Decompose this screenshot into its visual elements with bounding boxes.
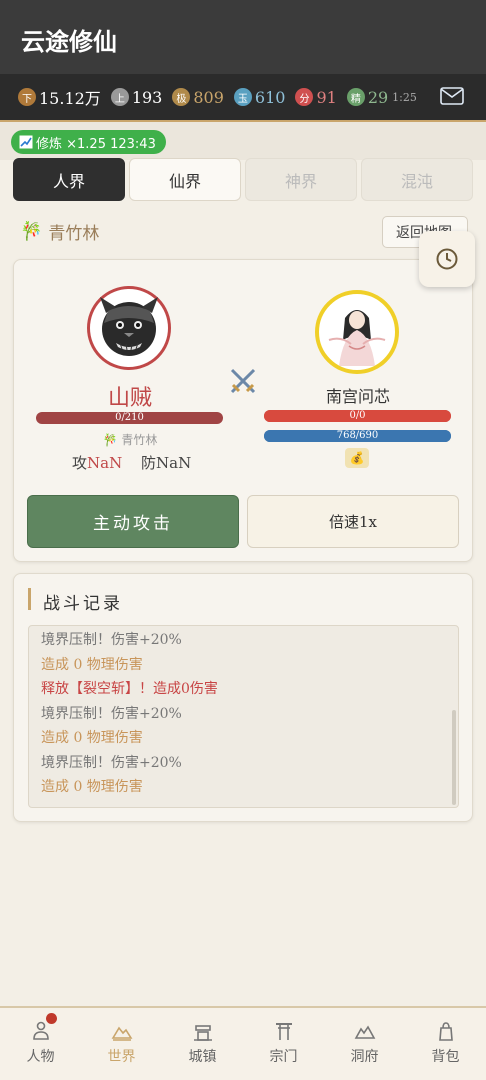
enemy-attack: 攻NaN — [72, 452, 122, 473]
resource-value: 610 — [254, 87, 286, 107]
bag-icon — [438, 1022, 453, 1041]
clock-icon — [436, 248, 458, 270]
nav-item-3[interactable]: 宗门 — [243, 1008, 324, 1080]
nav-item-4[interactable]: 洞府 — [324, 1008, 405, 1080]
currency-icon: 下 — [18, 88, 36, 106]
notification-dot — [46, 1013, 57, 1024]
player-hp-bar: 0/0 — [264, 410, 451, 422]
currency-icon: 上 — [110, 88, 129, 106]
speed-button[interactable]: 倍速1x — [247, 495, 459, 548]
enemy-name: 山贼 — [107, 386, 152, 411]
resource-bar: 下 15.12万上 193 极 809 玉 610 分 91 精 29 1:25 — [0, 74, 486, 122]
resource-1: 上 193 — [110, 87, 163, 107]
nav-label: 洞府 — [350, 1049, 379, 1065]
nav-item-0[interactable]: 人物 — [0, 1008, 81, 1080]
log-line: 造成 0 物理伤害 — [41, 656, 143, 673]
enemy-hp-bar: 0/210 — [36, 412, 223, 424]
log-line: 造成 0 物理伤害 — [41, 779, 143, 795]
mail-icon[interactable] — [440, 87, 464, 105]
attack-button[interactable]: 主动攻击 — [27, 495, 239, 548]
tab-realm-3[interactable]: 混沌 — [361, 158, 473, 201]
nav-item-1[interactable]: 世界 — [81, 1008, 162, 1080]
defense-value: NaN — [156, 454, 192, 472]
bamboo-icon: 🎋 — [102, 433, 118, 447]
nav-item-2[interactable]: 城镇 — [162, 1008, 243, 1080]
resource-value: 193 — [131, 87, 163, 107]
resource-value: 29 — [367, 87, 389, 107]
resource-3: 玉 610 — [233, 87, 286, 107]
building-icon — [193, 1025, 212, 1041]
resource-value: 809 — [193, 87, 224, 107]
resource-timer: 1:25 — [392, 90, 417, 104]
resource-value: 15.12万 — [39, 89, 101, 108]
mountain-icon — [111, 1026, 132, 1041]
enemy-avatar — [87, 286, 171, 370]
log-line: 境界压制！伤害+20% — [41, 632, 182, 648]
attack-label: 攻 — [72, 454, 88, 472]
player-avatar — [315, 290, 399, 374]
log-title-accent — [28, 588, 31, 610]
bamboo-icon: 🎋 — [20, 221, 43, 242]
battle-log-title: 战斗记录 — [43, 594, 123, 614]
log-scrollbar[interactable] — [452, 710, 456, 805]
player-hp-text: 0/0 — [349, 410, 366, 421]
nav-item-5[interactable]: 背包 — [405, 1008, 486, 1080]
nav-label: 宗门 — [269, 1049, 298, 1065]
crossed-swords-icon — [227, 365, 259, 397]
log-line: 境界压制！伤害+20% — [41, 705, 182, 722]
log-line: 境界压制！伤害+20% — [41, 754, 182, 771]
player-mp-bar: 768/690 — [264, 430, 451, 442]
enemy-location: 🎋 青竹林 — [60, 431, 200, 448]
enemy-location-text: 青竹林 — [121, 433, 158, 447]
resource-4: 分 91 — [295, 87, 337, 107]
currency-icon: 精 — [346, 88, 365, 106]
location-name: 青竹林 — [48, 224, 100, 244]
nav-label: 人物 — [26, 1049, 55, 1065]
history-clock-button[interactable] — [419, 231, 475, 287]
tab-realm-1[interactable]: 仙界 — [129, 158, 241, 201]
currency-icon: 分 — [295, 88, 314, 106]
player-name: 南宫问芯 — [325, 387, 390, 406]
currency-icon: 玉 — [233, 88, 252, 106]
money-bag-icon[interactable]: 💰 — [345, 448, 369, 468]
cultivation-badge-label: 修炼 ×1.25 123:43 — [36, 136, 156, 152]
nav-label: 背包 — [431, 1049, 460, 1065]
resource-value: 91 — [316, 87, 337, 107]
battle-log-list[interactable]: 境界压制！伤害+20% 造成 0 物理伤害 释放【裂空斩】！造成0伤害 境界压制！伤害… — [28, 625, 459, 808]
log-line: 造成 0 物理伤害 — [41, 730, 143, 746]
defense-label: 防 — [141, 454, 157, 472]
nav-label: 世界 — [107, 1049, 136, 1065]
tab-realm-0[interactable]: 人界 — [13, 158, 125, 201]
gate-icon — [275, 1023, 292, 1040]
enemy-defense: 防NaN — [141, 452, 191, 473]
tab-realm-2[interactable]: 神界 — [245, 158, 357, 201]
log-line: 释放【裂空斩】！造成0伤害 — [41, 681, 218, 697]
resource-5: 精 29 1:25 — [346, 87, 417, 107]
resource-2: 极 809 — [172, 88, 224, 107]
player-mp-text: 768/690 — [336, 430, 379, 441]
resource-0: 下 15.12万 — [18, 85, 101, 109]
chart-up-icon — [19, 135, 33, 149]
enemy-hp-text: 0/210 — [115, 412, 144, 423]
nav-label: 城镇 — [188, 1049, 217, 1065]
attack-value: NaN — [87, 454, 123, 472]
bottom-nav: 人物 世界 城镇 宗门 洞府 背包 — [0, 1006, 486, 1080]
cultivation-badge[interactable]: 修炼 ×1.25 123:43 — [11, 130, 166, 154]
app-title: 云途修仙 — [0, 0, 486, 74]
cave-icon — [354, 1025, 375, 1039]
currency-icon: 极 — [172, 88, 191, 106]
location-title: 🎋 青竹林 — [20, 219, 99, 244]
